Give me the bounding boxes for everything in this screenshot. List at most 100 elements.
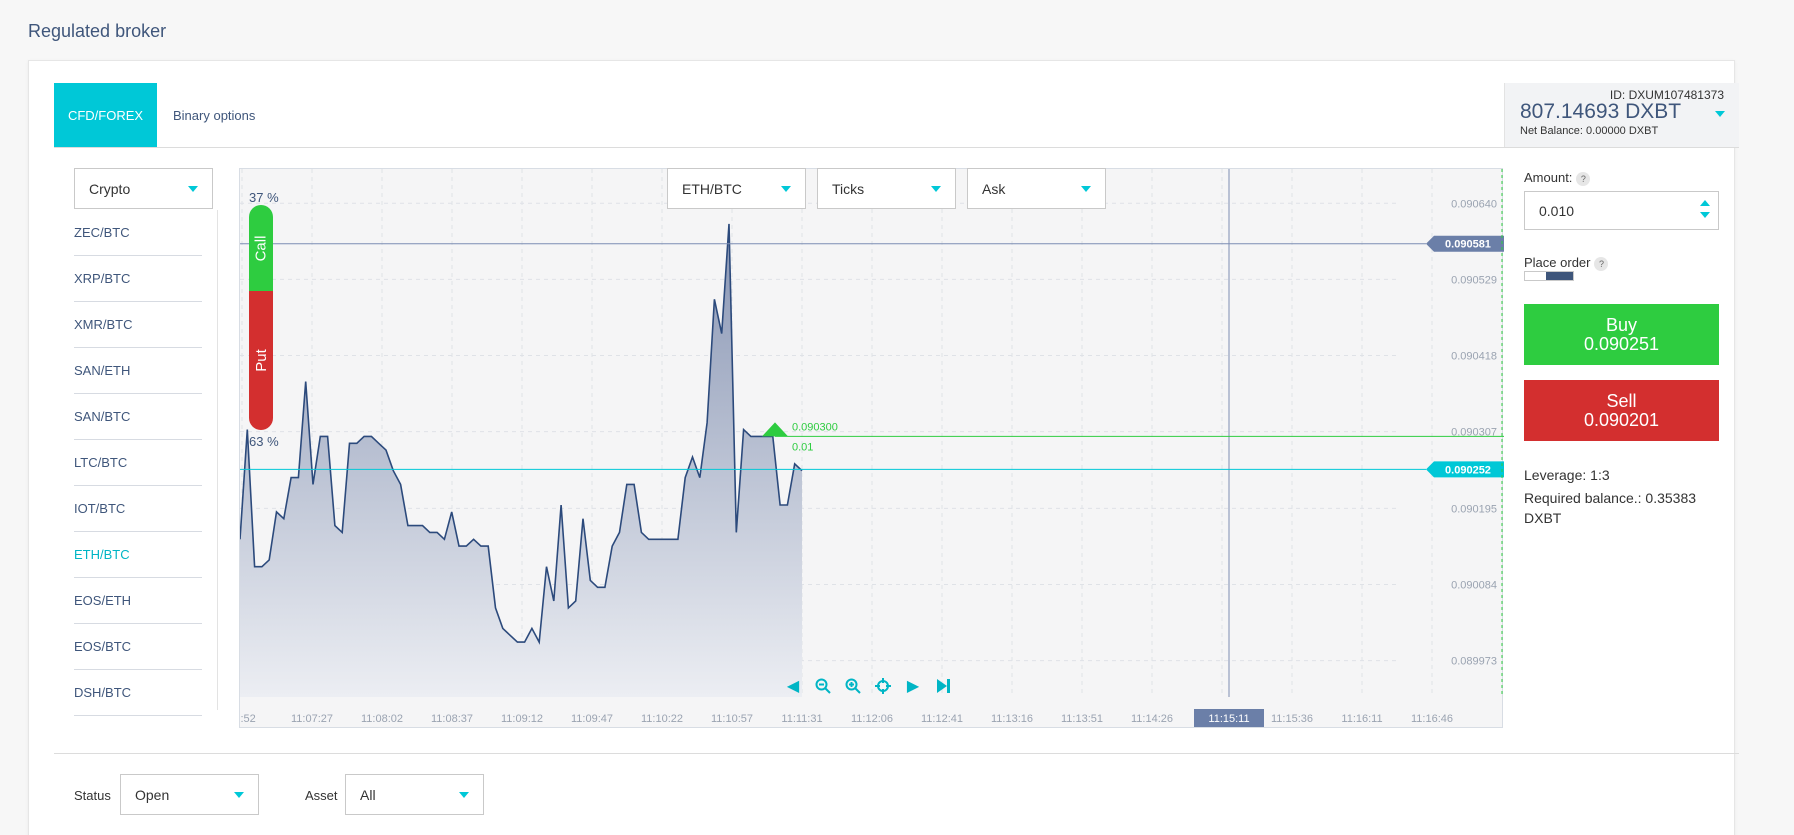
leverage-info: Leverage: 1:3 (1524, 467, 1610, 483)
asset-list-scrollbar[interactable] (217, 210, 218, 710)
chevron-down-icon (781, 186, 791, 192)
chart-type-select[interactable]: Ticks (817, 168, 956, 209)
amount-label: Amount: (1524, 170, 1573, 185)
chevron-down-icon (931, 186, 941, 192)
call-put-meter: Call Put (249, 205, 273, 430)
series-area (240, 223, 802, 697)
asset-list-item[interactable]: EOS/ETH (74, 578, 202, 624)
sell-price: 0.090201 (1583, 409, 1660, 430)
x-tick-label: 11:08:02 (361, 713, 403, 725)
section-divider (54, 753, 1739, 754)
asset-list-item[interactable]: XRP/BTC (74, 256, 202, 302)
chevron-down-icon (234, 792, 244, 798)
x-tick-label: 11:13:51 (1061, 713, 1103, 725)
asset-list: ZEC/BTC XRP/BTC XMR/BTC SAN/ETH SAN/BTC LTC/B… (74, 210, 202, 716)
net-balance: Net Balance: 0.00000 DXBT (1520, 125, 1659, 137)
x-tick-label: 11:07:27 (291, 713, 333, 725)
chart-type-value: Ticks (832, 180, 865, 197)
put-section[interactable]: Put (249, 291, 273, 430)
crosshair-price-label: 0.090581 (1445, 239, 1491, 251)
reset-view-icon[interactable] (873, 676, 893, 696)
asset-filter-value: All (360, 786, 376, 803)
asset-list-item[interactable]: EOS/BTC (74, 624, 202, 670)
sell-button[interactable]: Sell 0.090201 (1524, 380, 1719, 441)
price-chart[interactable]: 0.090640 0.090529 0.090418 0.090307 0.090195… (239, 168, 1504, 728)
account-balance: 807.14693 DXBT (1520, 100, 1682, 123)
x-tick-label: 11:09:47 (571, 713, 613, 725)
crosshair-time-label: 11:15:11 (1208, 713, 1249, 725)
page-title: Regulated broker (28, 21, 167, 41)
asset-filter-label: Asset (305, 788, 338, 803)
jump-to-end-icon[interactable] (933, 676, 953, 696)
chevron-down-icon (1081, 186, 1091, 192)
current-price-label: 0.090252 (1445, 464, 1491, 476)
tab-cfd-forex[interactable]: CFD/FOREX (54, 83, 157, 147)
scroll-left-icon[interactable]: ◀ (783, 676, 803, 696)
order-price-label: 0.090300 (792, 421, 838, 433)
help-icon[interactable]: ? (1594, 257, 1609, 271)
x-tick-label: 11:14:26 (1131, 713, 1173, 725)
category-value: Crypto (89, 180, 131, 197)
call-label: Call (252, 235, 270, 261)
y-tick-label: 0.090084 (1451, 580, 1497, 592)
call-section[interactable]: Call (249, 205, 273, 291)
scroll-right-icon[interactable]: ▶ (903, 676, 923, 696)
asset-list-item[interactable]: IOT/BTC (74, 486, 202, 532)
y-tick-label: 0.090640 (1451, 198, 1497, 210)
x-tick-label: 11:10:57 (711, 713, 753, 725)
place-order-label-row: Place order? (1524, 255, 1609, 271)
asset-list-item[interactable]: ETH/BTC (74, 532, 202, 578)
y-tick-label: 0.090418 (1451, 351, 1497, 363)
zoom-in-icon[interactable] (843, 676, 863, 696)
y-tick-label: 0.090529 (1451, 274, 1497, 286)
buy-price: 0.090251 (1583, 333, 1660, 354)
zoom-out-icon[interactable] (813, 676, 833, 696)
tab-divider (54, 147, 1739, 148)
account-summary[interactable]: ID: DXUM107481373 807.14693 DXBT Net Bal… (1504, 83, 1739, 147)
x-tick-label: 11:08:37 (431, 713, 473, 725)
chevron-down-icon (188, 186, 198, 192)
decrement-icon[interactable] (1700, 212, 1710, 218)
x-tick-label: 11:10:22 (641, 713, 683, 725)
x-tick-label: 11:16:46 (1411, 713, 1453, 725)
amount-input[interactable]: 0.010 (1524, 191, 1719, 230)
x-tick-label: 11:11:31 (781, 713, 822, 725)
asset-list-item[interactable]: LTC/BTC (74, 440, 202, 486)
amount-stepper[interactable] (1700, 200, 1710, 218)
asset-list-item[interactable]: SAN/ETH (74, 348, 202, 394)
category-select[interactable]: Crypto (74, 168, 213, 209)
x-tick-label: 11:12:41 (921, 713, 963, 725)
x-tick-label: 06:52 (240, 713, 256, 725)
required-balance-info: Required balance.: 0.35383 DXBT (1524, 490, 1697, 526)
y-tick-label: 0.090195 (1451, 503, 1497, 515)
x-tick-label: 11:15:36 (1271, 713, 1313, 725)
asset-filter-select[interactable]: All (345, 774, 484, 815)
place-order-label: Place order (1524, 255, 1591, 270)
tab-binary-options[interactable]: Binary options (173, 83, 255, 147)
asset-list-item[interactable]: XMR/BTC (74, 302, 202, 348)
toggle-knob (1546, 272, 1573, 280)
side-select[interactable]: Ask (967, 168, 1106, 209)
x-tick-label: 11:09:12 (501, 713, 543, 725)
side-value: Ask (982, 180, 1006, 197)
account-dropdown-icon[interactable] (1715, 111, 1725, 117)
help-icon[interactable]: ? (1576, 172, 1591, 186)
asset-list-item[interactable]: SAN/BTC (74, 394, 202, 440)
call-percent: 37 % (249, 190, 279, 205)
buy-button[interactable]: Buy 0.090251 (1524, 304, 1719, 365)
x-tick-label: 11:16:11 (1341, 713, 1382, 725)
put-label: Put (252, 349, 270, 372)
x-tick-label: 11:13:16 (991, 713, 1033, 725)
chart-canvas: 0.0906400.0905290.0904180.0903070.090195… (240, 169, 1504, 727)
order-amount-label: 0.01 (792, 441, 813, 453)
status-filter-select[interactable]: Open (120, 774, 259, 815)
buy-label: Buy (1605, 314, 1638, 335)
asset-list-item[interactable]: DSH/BTC (74, 670, 202, 716)
asset-list-item[interactable]: ZEC/BTC (74, 210, 202, 256)
status-filter-value: Open (135, 786, 170, 803)
symbol-select[interactable]: ETH/BTC (667, 168, 806, 209)
chart-navigation: ◀ ▶ (783, 676, 953, 696)
increment-icon[interactable] (1700, 200, 1710, 206)
x-tick-label: 11:12:06 (851, 713, 893, 725)
place-order-toggle[interactable] (1524, 271, 1574, 281)
